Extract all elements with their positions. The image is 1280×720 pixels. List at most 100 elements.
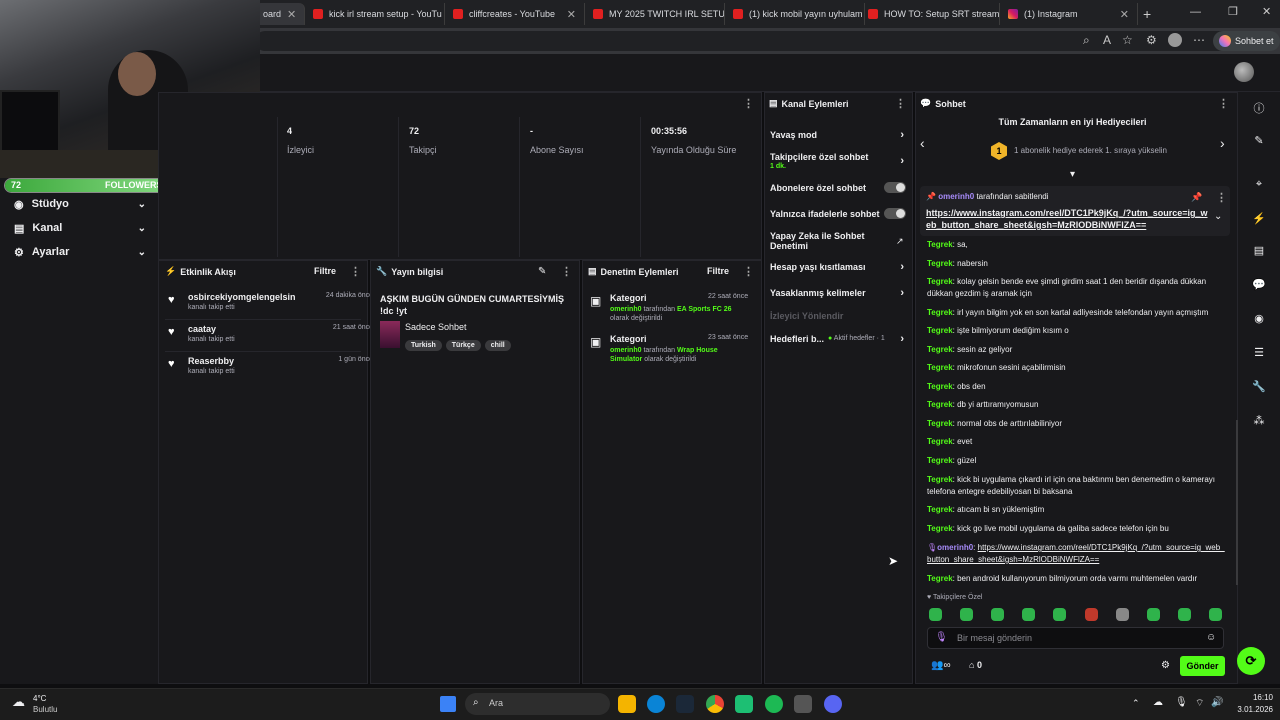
restore-icon[interactable]: ❐ <box>1228 5 1238 18</box>
emote[interactable] <box>1209 608 1222 621</box>
clock-time[interactable]: 16:10 <box>1233 693 1273 702</box>
send-button[interactable]: Gönder <box>1180 656 1225 676</box>
more-icon[interactable]: ⋮ <box>350 265 361 278</box>
lightning-icon[interactable]: ⚡ <box>1251 212 1267 228</box>
emote[interactable] <box>1147 608 1160 621</box>
list-icon[interactable]: ☰ <box>1251 346 1267 362</box>
close-icon[interactable]: ✕ <box>567 8 576 21</box>
more-icon[interactable]: ⋮ <box>743 265 754 278</box>
more-icon[interactable]: ⋮ <box>895 97 906 110</box>
chevron-up-icon[interactable]: ⌃ <box>1132 698 1140 709</box>
filter-button[interactable]: Filtre <box>707 266 729 276</box>
emote[interactable] <box>1116 608 1129 621</box>
subscribers-only-toggle[interactable] <box>884 182 906 193</box>
mic-icon[interactable]: 🎙 <box>1175 697 1188 708</box>
chevron-down-icon[interactable]: ⌄ <box>1214 211 1222 222</box>
tab-youtube-2[interactable]: cliffcreates - YouTube ✕ <box>445 3 585 25</box>
gear-icon[interactable]: ⚙ <box>1161 660 1170 671</box>
sidebar-item-studio[interactable]: ◉ Stüdyo ⌄ <box>14 194 146 214</box>
search-icon[interactable]: ⌕ <box>1083 33 1090 48</box>
emote[interactable] <box>1178 608 1191 621</box>
minimize-icon[interactable]: — <box>1190 6 1201 18</box>
raid-item[interactable]: İzleyici Yönlendir <box>770 311 908 321</box>
discord-icon[interactable] <box>824 695 842 713</box>
volume-icon[interactable]: 🔊 <box>1211 697 1223 708</box>
emote[interactable] <box>1085 608 1098 621</box>
tab-instagram[interactable]: (1) Instagram ✕ <box>1000 3 1138 25</box>
tab-dashboard[interactable]: oard ✕ <box>255 3 305 25</box>
viewer-counter: ⌂ 0 <box>969 660 982 670</box>
collapse-icon[interactable]: ▾ <box>1070 169 1075 180</box>
pencil-icon[interactable]: ✎ <box>1251 134 1267 150</box>
close-window-icon[interactable]: ✕ <box>1262 5 1271 18</box>
start-icon[interactable] <box>440 696 456 712</box>
steam-icon[interactable] <box>676 695 694 713</box>
new-tab-icon[interactable]: + <box>1143 6 1151 22</box>
more-icon[interactable]: ⋮ <box>1218 97 1229 110</box>
emote[interactable] <box>960 608 973 621</box>
support-button[interactable]: ⟳ <box>1237 647 1265 675</box>
category-name[interactable]: Sadece Sohbet <box>405 322 467 332</box>
tag[interactable]: Türkçe <box>445 340 481 351</box>
info-icon[interactable]: ⓘ <box>1251 100 1267 116</box>
followers-only-item[interactable]: Takipçilere özel sohbet 1 dk. › <box>770 152 908 172</box>
wifi-icon[interactable]: ⌔ <box>1195 697 1204 710</box>
tab-youtube-3[interactable]: MY 2025 TWITCH IRL SETUP✕ <box>585 3 725 25</box>
sidebar-item-channel[interactable]: ▤ Kanal ⌄ <box>14 218 146 238</box>
edit-icon[interactable]: ✎ <box>538 266 546 277</box>
focus-icon[interactable]: ⌖ <box>1251 178 1267 194</box>
chevron-left-icon[interactable]: ‹ <box>920 135 925 151</box>
star-icon[interactable]: ☆ <box>1122 33 1133 47</box>
ai-moderation-item[interactable]: Yapay Zeka ile Sohbet Denetimi <box>770 231 888 251</box>
clock-date[interactable]: 3.01.2026 <box>1223 705 1273 714</box>
close-icon[interactable]: ✕ <box>1120 8 1129 21</box>
tag[interactable]: chill <box>484 340 511 351</box>
external-link-icon[interactable]: ↗ <box>896 236 904 247</box>
emote[interactable] <box>1053 608 1066 621</box>
emote[interactable] <box>929 608 942 621</box>
app-icon[interactable] <box>794 695 812 713</box>
taskbar-search[interactable] <box>465 693 610 715</box>
tab-youtube-5[interactable]: HOW TO: Setup SRT stream✕ <box>860 3 1000 25</box>
share-icon[interactable]: ⁂ <box>1251 414 1267 430</box>
emote-only-toggle[interactable] <box>884 208 906 219</box>
banned-words-item[interactable]: Yasaklanmış kelimeler › <box>770 288 908 299</box>
read-aloud-icon[interactable]: A <box>1103 33 1111 47</box>
profile-icon[interactable] <box>1168 33 1182 47</box>
cloud-sync-icon[interactable]: ☁ <box>1153 697 1163 708</box>
broadcast-icon[interactable]: ◉ <box>1251 312 1267 328</box>
emote[interactable] <box>1022 608 1035 621</box>
pin-icon[interactable]: 📌 <box>1191 192 1202 203</box>
filter-button[interactable]: Filtre <box>314 266 336 276</box>
tab-youtube-1[interactable]: kick irl stream setup - YouTu✕ <box>305 3 445 25</box>
more-icon[interactable]: ⋮ <box>743 97 754 110</box>
chat-icon[interactable]: 💬 <box>1251 278 1267 294</box>
close-icon[interactable]: ✕ <box>287 8 296 21</box>
slow-mode-item[interactable]: Yavaş mod › <box>770 130 908 141</box>
wrench-icon[interactable]: 🔧 <box>1251 380 1267 396</box>
pinned-link[interactable]: https://www.instagram.com/reel/DTC1Pk9jK… <box>926 207 1211 231</box>
tab-youtube-4[interactable]: (1) kick mobil yayın uyhulam✕ <box>725 3 865 25</box>
document-icon[interactable]: ▤ <box>1251 244 1267 260</box>
account-age-item[interactable]: Hesap yaşı kısıtlaması › <box>770 262 908 273</box>
chrome-icon[interactable] <box>706 695 724 713</box>
edge-icon[interactable] <box>647 695 665 713</box>
sidebar-item-settings[interactable]: ⚙ Ayarlar ⌄ <box>14 242 146 262</box>
tag[interactable]: Turkish <box>405 340 442 351</box>
menu-icon[interactable]: ⋯ <box>1193 33 1205 47</box>
more-icon[interactable]: ⋮ <box>561 265 572 278</box>
avatar[interactable] <box>1234 62 1254 82</box>
more-icon[interactable]: ⋮ <box>1216 191 1227 204</box>
extensions-icon[interactable]: ⚙ <box>1146 33 1157 47</box>
copilot-chat-button[interactable]: Sohbet et <box>1213 31 1280 51</box>
subscribers-only-item[interactable]: Abonelere özel sohbet <box>770 182 908 193</box>
file-explorer-icon[interactable] <box>618 695 636 713</box>
app-icon[interactable] <box>735 695 753 713</box>
users-icon[interactable]: 👥∞ <box>931 660 951 671</box>
emote[interactable] <box>991 608 1004 621</box>
chevron-right-icon[interactable]: › <box>1220 135 1225 151</box>
spotify-icon[interactable] <box>765 695 783 713</box>
emoji-icon[interactable]: ☺ <box>1206 632 1216 643</box>
goals-item[interactable]: Hedefleri b... ● Aktif hedefler · 1 › <box>770 334 908 345</box>
emote-only-item[interactable]: Yalnızca ifadelerle sohbet <box>770 208 908 219</box>
